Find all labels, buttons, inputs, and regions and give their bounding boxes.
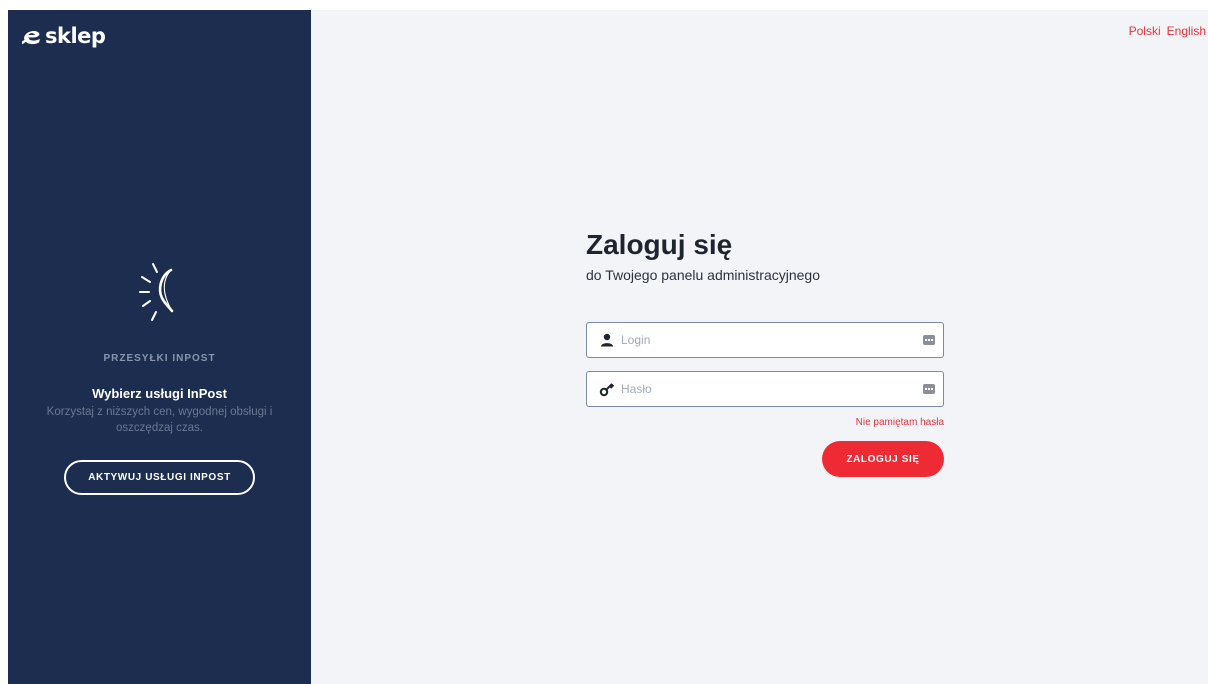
password-manager-icon[interactable] xyxy=(923,335,935,345)
page-subtitle: do Twojego panelu administracyjnego xyxy=(586,267,821,283)
password-field xyxy=(586,371,944,407)
password-input[interactable] xyxy=(621,374,923,404)
promo-title: Wybierz usługi InPost xyxy=(92,386,227,401)
logo[interactable]: sklep xyxy=(22,24,106,48)
login-field xyxy=(586,322,944,358)
key-icon xyxy=(599,381,615,397)
password-manager-icon[interactable] xyxy=(923,384,935,394)
language-switcher: Polski English xyxy=(1129,24,1206,38)
login-input[interactable] xyxy=(621,325,923,355)
promo-eyebrow: PRZESYŁKI INPOST xyxy=(103,353,216,364)
forgot-password-link[interactable]: Nie pamiętam hasła xyxy=(856,417,944,428)
language-english-link[interactable]: English xyxy=(1167,24,1206,38)
promo-description: Korzystaj z niższych cen, wygodnej obsłu… xyxy=(46,406,273,434)
inpost-sun-icon xyxy=(139,263,174,321)
language-polish-link[interactable]: Polski xyxy=(1129,24,1161,38)
esklep-logo-icon xyxy=(22,30,40,45)
login-button[interactable]: ZALOGUJ SIĘ xyxy=(822,441,944,477)
logo-text: sklep xyxy=(45,24,106,48)
sidebar: sklep PRZESYŁKI INPOST Wybierz usługi In… xyxy=(8,10,311,684)
page-title: Zaloguj się xyxy=(586,229,733,260)
login-page: sklep PRZESYŁKI INPOST Wybierz usługi In… xyxy=(8,10,1208,684)
user-icon xyxy=(599,332,615,348)
login-form: Zaloguj się do Twojego panelu administra… xyxy=(586,228,944,477)
activate-inpost-button[interactable]: AKTYWUJ USŁUGI INPOST xyxy=(64,460,255,495)
